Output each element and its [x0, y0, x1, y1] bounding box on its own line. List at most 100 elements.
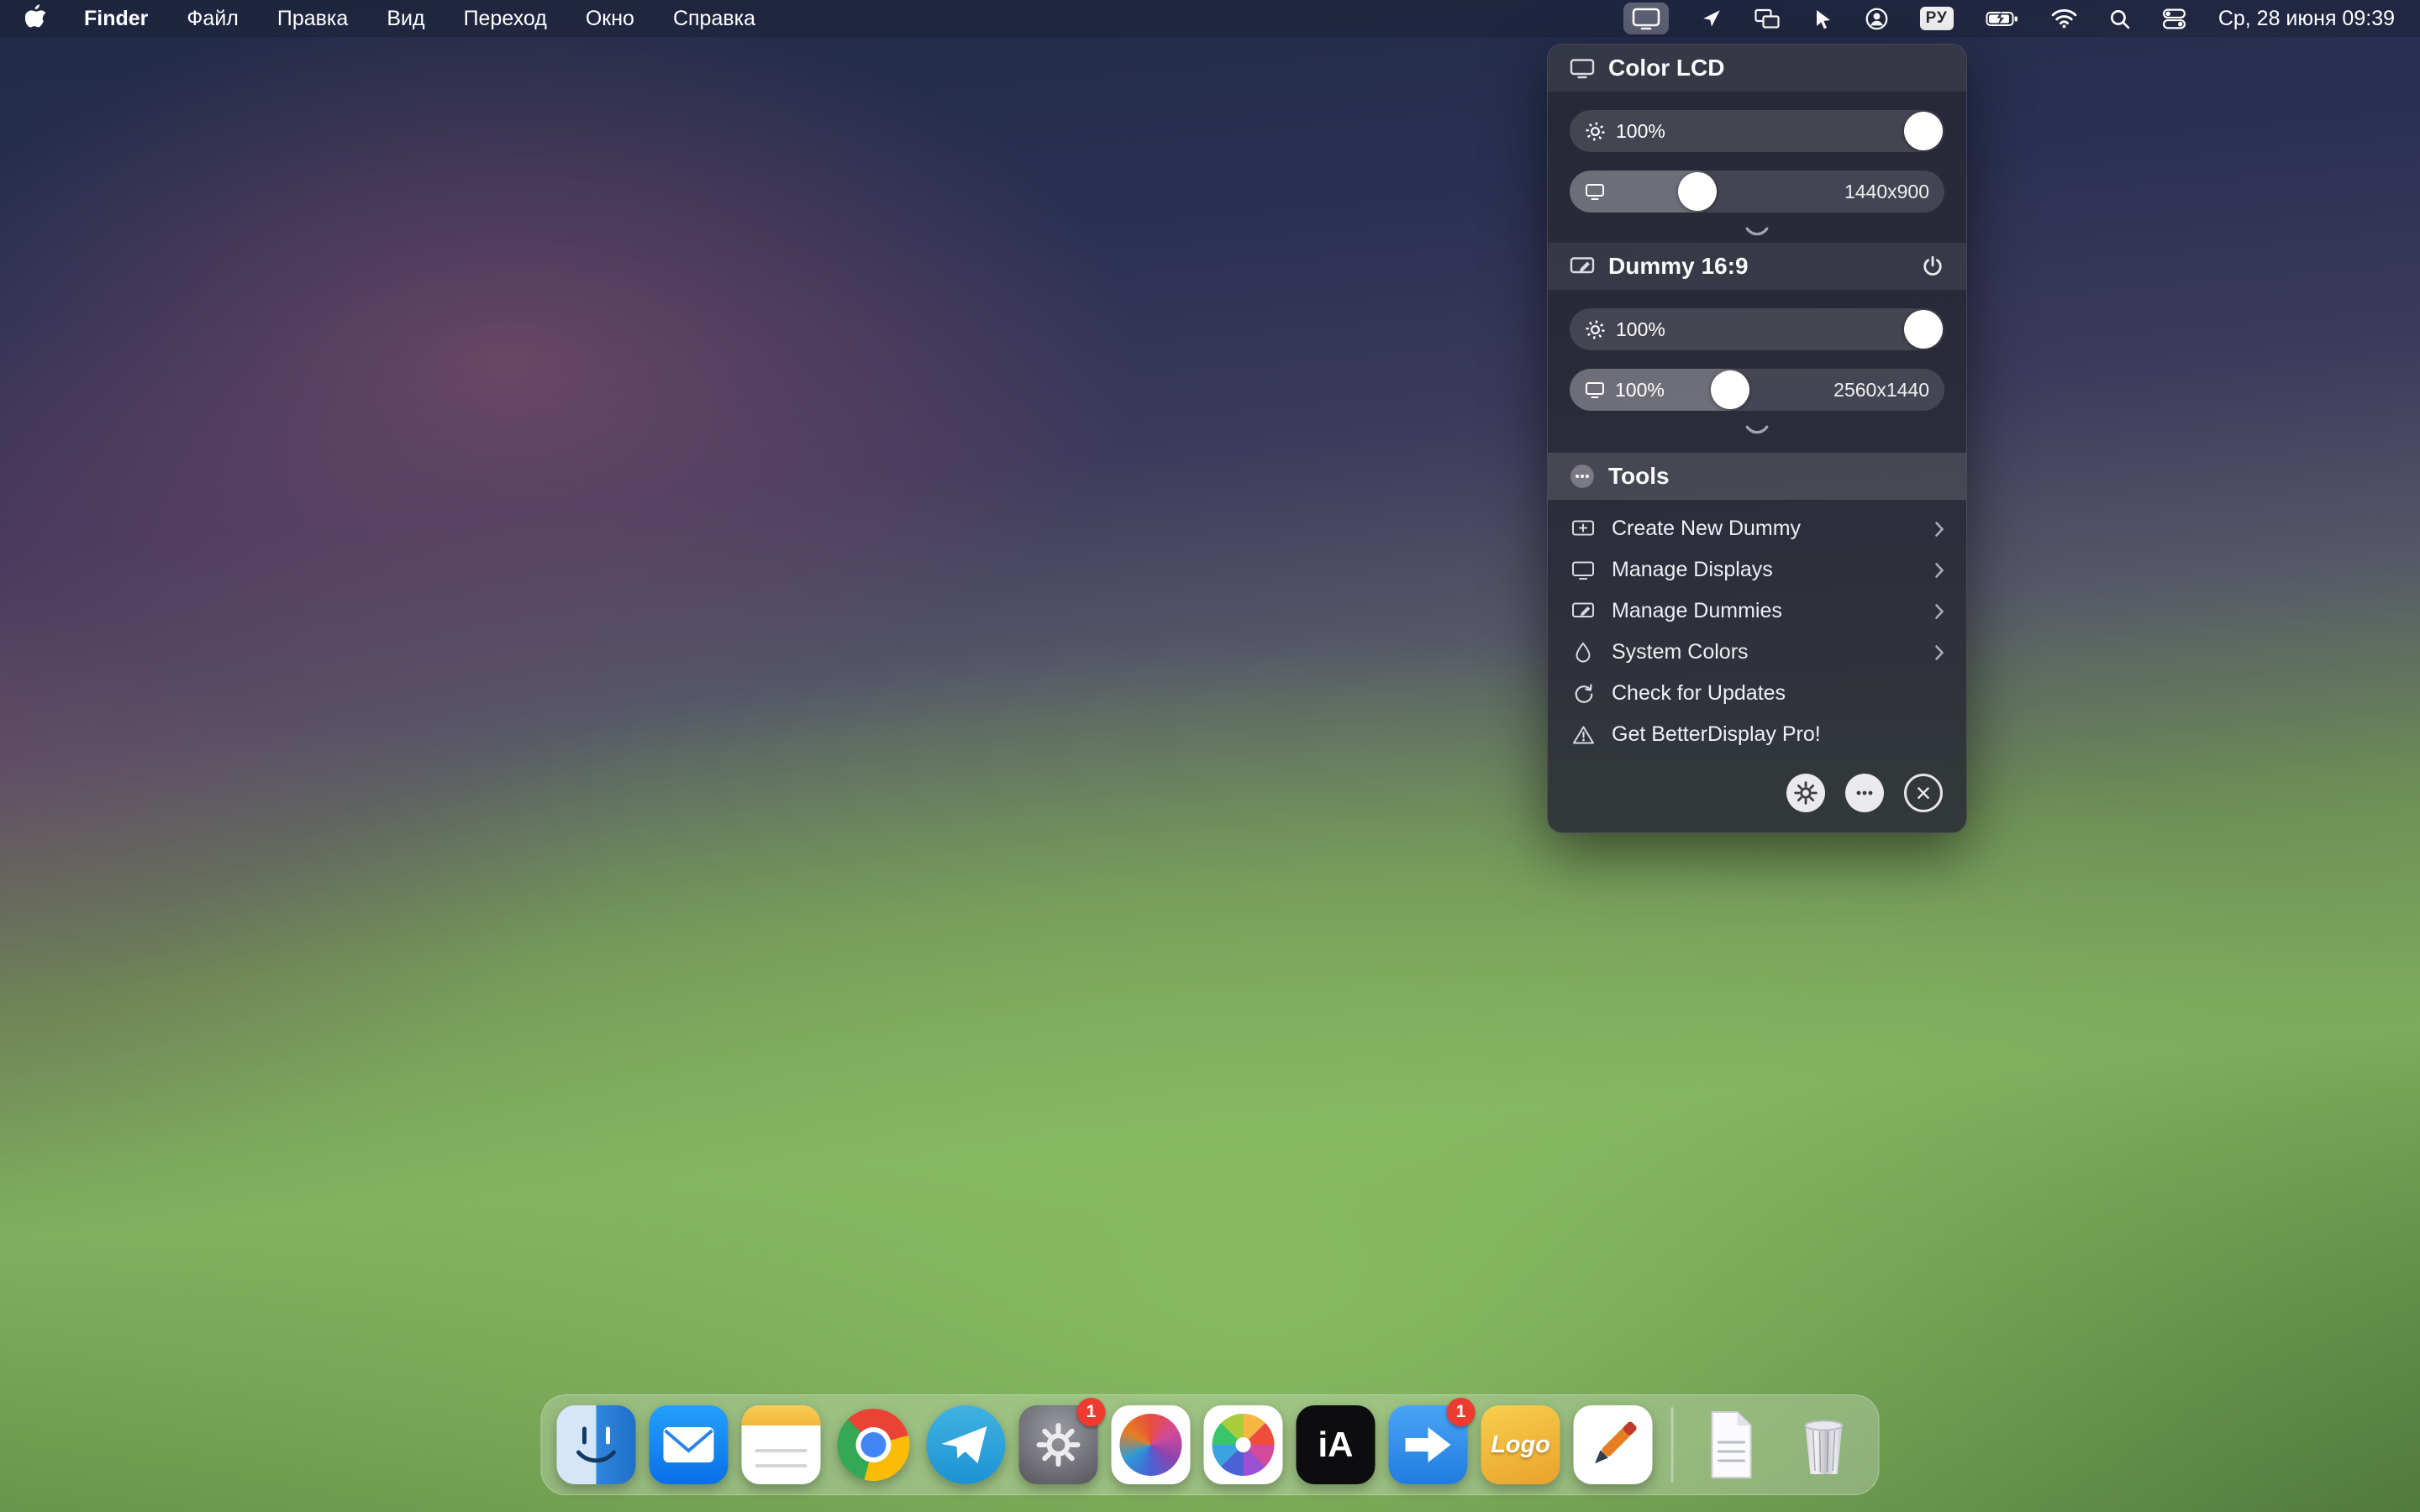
resolution-slider-color-lcd[interactable]: 1440x900: [1570, 171, 1944, 213]
menu-item-create-new-dummy[interactable]: Create New Dummy: [1548, 508, 1966, 549]
dock-item-color-wheel-app[interactable]: [1112, 1405, 1191, 1484]
brightness-icon: [1585, 319, 1606, 340]
menu-item-label: Manage Dummies: [1612, 599, 1782, 623]
paint-drop-icon: [1570, 642, 1597, 664]
menu-bar-left: Finder Файл Правка Вид Переход Окно Спра…: [25, 3, 755, 34]
menu-file[interactable]: Файл: [187, 7, 238, 31]
notification-badge: 1: [1077, 1398, 1106, 1426]
refresh-icon: [1570, 683, 1597, 705]
document-icon: [1692, 1405, 1771, 1484]
gear-icon: [1034, 1420, 1083, 1469]
dock-item-chrome[interactable]: [834, 1405, 913, 1484]
slider-knob[interactable]: [1904, 310, 1943, 349]
pen-icon: [1574, 1405, 1653, 1484]
user-account-icon[interactable]: [1865, 8, 1888, 30]
dock-item-trash[interactable]: [1785, 1405, 1864, 1484]
display-name: Color LCD: [1608, 55, 1724, 81]
menu-item-label: Manage Displays: [1612, 558, 1773, 582]
menu-window[interactable]: Окно: [586, 7, 634, 31]
desktop-wallpaper: [0, 0, 2420, 1512]
dock-item-finder[interactable]: [557, 1405, 636, 1484]
chrome-logo-icon: [838, 1409, 910, 1481]
close-button[interactable]: ×: [1904, 774, 1943, 812]
menu-item-system-colors[interactable]: System Colors: [1548, 632, 1966, 673]
dock-item-telegram[interactable]: [927, 1405, 1006, 1484]
logoist-logo: Logo: [1491, 1431, 1550, 1459]
chevron-right-icon: [1934, 644, 1944, 661]
more-options-button[interactable]: [1845, 774, 1884, 812]
display-section-dummy[interactable]: Dummy 16:9: [1548, 243, 1966, 290]
chevron-right-icon: [1934, 603, 1944, 620]
photos-flower-icon: [1213, 1414, 1275, 1476]
notes-lines: [755, 1449, 808, 1452]
dock-item-ia-writer[interactable]: iA: [1297, 1405, 1376, 1484]
brightness-icon: [1585, 121, 1606, 142]
display-edit-icon: [1570, 601, 1597, 622]
apple-menu[interactable]: [25, 3, 45, 34]
spotlight-search-icon[interactable]: [2109, 8, 2130, 29]
menu-bar-status: РУ Ср, 28 июня 09:39: [1623, 3, 2395, 34]
control-center-icon[interactable]: [2162, 7, 2186, 31]
resolution-slider-dummy[interactable]: 100% 2560x1440: [1570, 369, 1944, 411]
menu-item-get-betterdisplay-pro[interactable]: Get BetterDisplay Pro!: [1548, 714, 1966, 755]
envelope-icon: [650, 1405, 729, 1484]
resolution-value: 2560x1440: [1833, 379, 1929, 402]
dock-item-logoist[interactable]: Logo: [1481, 1405, 1560, 1484]
cursor-icon[interactable]: [1812, 8, 1833, 30]
display-icon: [1570, 560, 1597, 580]
paper-plane-icon: [927, 1405, 1006, 1484]
resolution-icon: [1585, 183, 1605, 201]
resolution-icon: [1585, 381, 1605, 399]
notes-header-strip: [742, 1405, 821, 1425]
dock-divider: [1671, 1407, 1674, 1483]
slider-knob[interactable]: [1904, 112, 1943, 150]
power-toggle-icon[interactable]: [1921, 255, 1944, 278]
menu-item-check-for-updates[interactable]: Check for Updates: [1548, 673, 1966, 714]
chevron-right-icon: [1934, 521, 1944, 538]
menu-item-label: Check for Updates: [1612, 681, 1786, 706]
menu-view[interactable]: Вид: [387, 7, 424, 31]
wifi-icon[interactable]: [2051, 8, 2077, 29]
dock: 1 iA 1 Logo: [541, 1394, 1880, 1495]
menu-bar-clock[interactable]: Ср, 28 июня 09:39: [2218, 7, 2395, 31]
display-section-color-lcd[interactable]: Color LCD: [1548, 45, 1966, 92]
settings-button[interactable]: [1786, 774, 1825, 812]
tools-menu: Create New Dummy Manage Displays Manage …: [1548, 500, 1966, 755]
battery-charging-icon[interactable]: [1986, 9, 2019, 29]
menu-item-manage-dummies[interactable]: Manage Dummies: [1548, 591, 1966, 632]
menu-item-label: Create New Dummy: [1612, 517, 1801, 541]
expand-chevron-dummy[interactable]: [1548, 411, 1966, 441]
dock-item-mail[interactable]: [650, 1405, 729, 1484]
resolution-value: 1440x900: [1844, 181, 1929, 203]
dock-item-photos[interactable]: [1204, 1405, 1283, 1484]
dock-item-pen-app[interactable]: [1574, 1405, 1653, 1484]
warning-triangle-icon: [1570, 725, 1597, 745]
menu-go[interactable]: Переход: [464, 7, 547, 31]
input-source-indicator[interactable]: РУ: [1920, 7, 1954, 30]
panel-footer: ×: [1548, 755, 1966, 821]
menu-edit[interactable]: Правка: [277, 7, 348, 31]
brightness-value: 100%: [1616, 120, 1665, 143]
chevron-right-icon: [1934, 562, 1944, 579]
location-arrow-icon[interactable]: [1701, 8, 1723, 29]
apple-icon: [25, 9, 45, 33]
app-menu-title[interactable]: Finder: [84, 7, 148, 31]
display-edit-icon: [1570, 256, 1595, 277]
dock-item-share-app[interactable]: 1: [1389, 1405, 1468, 1484]
dock-item-system-settings[interactable]: 1: [1019, 1405, 1098, 1484]
menu-item-manage-displays[interactable]: Manage Displays: [1548, 549, 1966, 591]
slider-knob[interactable]: [1711, 370, 1749, 409]
brightness-value: 100%: [1616, 318, 1665, 341]
betterdisplay-menu-icon[interactable]: [1623, 3, 1669, 34]
tools-section-header[interactable]: Tools: [1548, 453, 1966, 500]
display-icon: [1570, 58, 1595, 79]
brightness-slider-color-lcd[interactable]: 100%: [1570, 110, 1944, 152]
display-plus-icon: [1570, 519, 1597, 538]
dock-item-notes[interactable]: [742, 1405, 821, 1484]
screen-mirroring-icon[interactable]: [1754, 8, 1780, 29]
menu-help[interactable]: Справка: [673, 7, 755, 31]
brightness-slider-dummy[interactable]: 100%: [1570, 308, 1944, 350]
dock-item-document[interactable]: [1692, 1405, 1771, 1484]
expand-chevron-color-lcd[interactable]: [1548, 213, 1966, 243]
slider-knob[interactable]: [1678, 172, 1717, 211]
